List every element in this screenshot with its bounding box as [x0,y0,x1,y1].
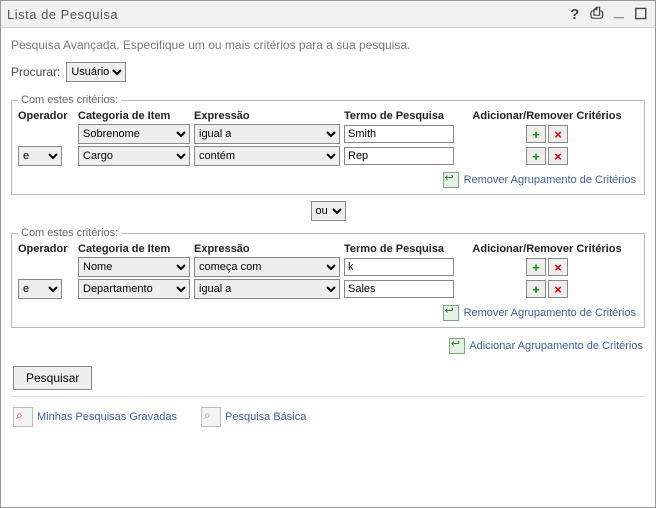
remove-group-link[interactable]: Remover Agrupamento de Critérios [464,174,636,186]
basic-search-link[interactable]: Pesquisa Básica [225,411,306,423]
operator-select[interactable]: e [18,146,62,166]
add-row-icon[interactable]: + [526,125,546,143]
search-target-row: Procurar: Usuário [11,62,645,82]
remove-group-icon[interactable] [443,305,459,321]
category-select[interactable]: Nome [78,257,190,277]
group-operator-select[interactable]: ou [311,201,346,221]
search-button[interactable]: Pesquisar [13,366,92,390]
expression-select[interactable]: igual a [194,279,340,299]
search-window: Lista de Pesquisa ? ⎙ _ ☐ Pesquisa Avanç… [0,0,656,508]
criteria-row: e Departamento igual a +× [18,279,638,299]
criteria-row: Sobrenome igual a +× [18,124,638,144]
criteria-header: Operador Categoria de Item Expressão Ter… [18,110,638,122]
add-group-link[interactable]: Adicionar Agrupamento de Critérios [469,340,643,352]
add-group-icon[interactable] [449,338,465,354]
add-row-icon[interactable]: + [526,280,546,298]
titlebar: Lista de Pesquisa ? ⎙ _ ☐ [1,1,655,28]
remove-row-icon[interactable]: × [548,125,568,143]
criteria-group-legend: Com estes critérios: [18,227,121,239]
search-target-select[interactable]: Usuário [66,62,126,82]
saved-searches-icon [13,407,33,427]
criteria-row: Nome começa com +× [18,257,638,277]
criteria-header: Operador Categoria de Item Expressão Ter… [18,243,638,255]
col-expression: Expressão [194,243,344,255]
minimize-icon[interactable]: _ [611,2,627,18]
add-row-icon[interactable]: + [526,147,546,165]
expression-select[interactable]: igual a [194,124,340,144]
window-title: Lista de Pesquisa [7,7,118,22]
remove-row-icon[interactable]: × [548,258,568,276]
col-actions: Adicionar/Remover Critérios [456,110,638,122]
remove-group-row: Remover Agrupamento de Critérios [18,301,638,321]
separator [11,396,645,397]
print-icon[interactable]: ⎙ [589,6,605,22]
col-term: Termo de Pesquisa [344,110,456,122]
search-button-row: Pesquisar [13,366,645,390]
term-input[interactable] [344,147,454,165]
criteria-group-1: Com estes critérios: Operador Categoria … [11,94,645,195]
between-groups: ou [11,201,645,221]
saved-searches-link[interactable]: Minhas Pesquisas Gravadas [37,411,177,423]
col-category: Categoria de Item [78,110,194,122]
subtitle: Pesquisa Avançada. Especifique um ou mai… [11,38,645,52]
col-operator: Operador [18,110,78,122]
footer: Minhas Pesquisas Gravadas Pesquisa Básic… [11,401,645,431]
remove-group-row: Remover Agrupamento de Critérios [18,168,638,188]
search-target-label: Procurar: [11,65,60,79]
col-expression: Expressão [194,110,344,122]
saved-searches-item[interactable]: Minhas Pesquisas Gravadas [13,407,177,427]
col-term: Termo de Pesquisa [344,243,456,255]
basic-search-icon [201,407,221,427]
criteria-group-2: Com estes critérios: Operador Categoria … [11,227,645,328]
operator-select[interactable]: e [18,279,62,299]
criteria-row: e Cargo contém +× [18,146,638,166]
add-group-row: Adicionar Agrupamento de Critérios [11,334,645,360]
category-select[interactable]: Cargo [78,146,190,166]
remove-group-link[interactable]: Remover Agrupamento de Critérios [464,307,636,319]
remove-group-icon[interactable] [443,172,459,188]
remove-row-icon[interactable]: × [548,280,568,298]
category-select[interactable]: Departamento [78,279,190,299]
term-input[interactable] [344,125,454,143]
maximize-icon[interactable]: ☐ [633,6,649,22]
help-icon[interactable]: ? [567,6,583,22]
content: Pesquisa Avançada. Especifique um ou mai… [1,28,655,435]
category-select[interactable]: Sobrenome [78,124,190,144]
basic-search-item[interactable]: Pesquisa Básica [201,407,306,427]
col-operator: Operador [18,243,78,255]
remove-row-icon[interactable]: × [548,147,568,165]
criteria-group-legend: Com estes critérios: [18,94,121,106]
expression-select[interactable]: contém [194,146,340,166]
expression-select[interactable]: começa com [194,257,340,277]
add-row-icon[interactable]: + [526,258,546,276]
col-category: Categoria de Item [78,243,194,255]
term-input[interactable] [344,258,454,276]
col-actions: Adicionar/Remover Critérios [456,243,638,255]
term-input[interactable] [344,280,454,298]
